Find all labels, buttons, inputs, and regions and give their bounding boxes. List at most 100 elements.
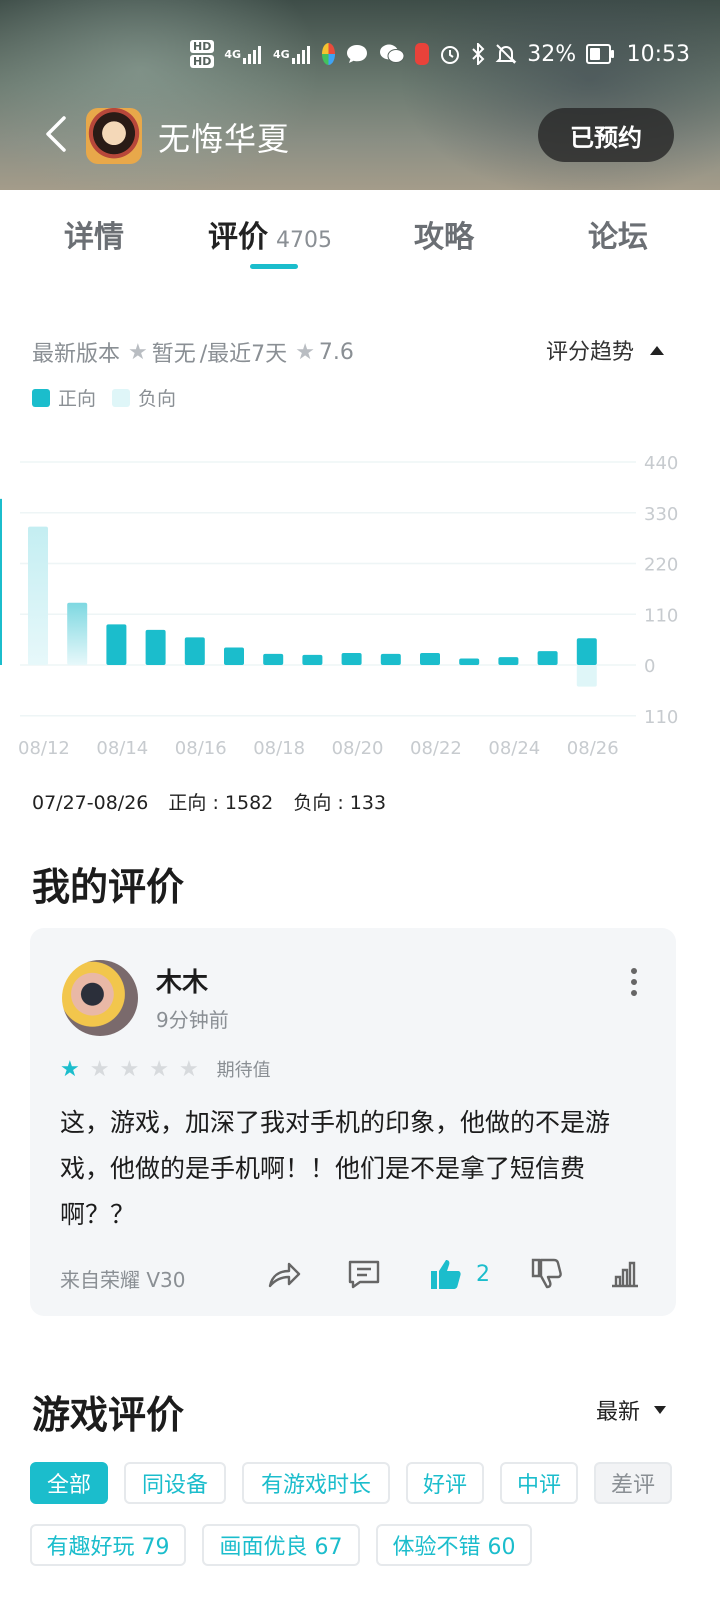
bar-positive-08/26: [576, 638, 597, 665]
signal-icon: 4G: [224, 44, 263, 64]
thumbs-down-icon[interactable]: [530, 1254, 564, 1294]
legend-label-negative: 负向: [138, 388, 177, 410]
like-button[interactable]: 2: [428, 1254, 490, 1294]
trend-label: 评分趋势: [545, 340, 634, 365]
bar-positive-08/22: [420, 653, 440, 665]
review-time: 9分钟前: [156, 1008, 229, 1032]
star-rating: ★ ★ ★ ★ ★ 期待值: [60, 1056, 271, 1082]
filter-neutral[interactable]: 中评: [500, 1462, 578, 1504]
tag-experience[interactable]: 体验不错 60: [376, 1524, 532, 1566]
bar-positive-08/25: [537, 651, 558, 665]
device-label: 来自荣耀 V30: [60, 1268, 186, 1292]
bar-positive-08/17: [224, 647, 244, 665]
bar-positive-08/20: [341, 653, 362, 665]
filter-positive[interactable]: 好评: [406, 1462, 484, 1504]
username[interactable]: 木木: [156, 962, 208, 999]
tab-bar: 详情 评价 4705 攻略 论坛: [0, 190, 720, 280]
battery-icon: [586, 44, 615, 64]
bar-negative-08/26: [576, 665, 597, 687]
recent-label: /最近7天: [199, 342, 288, 367]
rating-line: 最新版本 ★ 暂无 /最近7天 ★ 7.6: [32, 336, 354, 368]
bar-positive-08/23: [459, 658, 480, 665]
x-tick-label: 08/16: [175, 738, 227, 759]
signal-icon: 4G: [273, 44, 312, 64]
battery-percent: 32%: [527, 41, 577, 67]
tab-forum[interactable]: 论坛: [588, 212, 648, 256]
latest-version-value: 暂无: [151, 342, 196, 367]
comment-icon[interactable]: [346, 1254, 382, 1294]
tag-graphics[interactable]: 画面优良 67: [202, 1524, 360, 1566]
bar-positive-08/18: [263, 653, 284, 665]
app-header: HD HD 4G 4G 32% 10:53 无悔华夏 已预约: [0, 0, 720, 190]
summary-range: 07/27-08/26: [32, 792, 149, 814]
reserved-button[interactable]: 已预约: [538, 108, 674, 162]
tab-label: 论坛: [588, 220, 648, 255]
filter-all[interactable]: 全部: [30, 1462, 108, 1504]
bar-positive-08/21: [380, 653, 401, 665]
bar-positive-08/19: [302, 654, 323, 665]
tag-fun[interactable]: 有趣好玩 79: [30, 1524, 186, 1566]
tab-guides[interactable]: 攻略: [414, 212, 474, 256]
star-filled-icon: ★: [60, 1056, 80, 1082]
caret-down-icon: [654, 1406, 666, 1414]
bar-positive-08/13: [67, 602, 88, 665]
shop-icon: [414, 43, 430, 65]
nav-bar: 无悔华夏 已预约: [0, 100, 720, 170]
y-tick-label: 440: [644, 453, 678, 474]
y-tick-label: 330: [644, 504, 678, 525]
game-reviews-title: 游戏评价: [32, 1393, 185, 1437]
bar-positive-08/16: [184, 637, 205, 665]
hd-badge: HD: [190, 55, 215, 68]
back-arrow-icon[interactable]: [44, 116, 70, 152]
bar-stats-icon[interactable]: [610, 1254, 640, 1294]
bar-positive-08/14: [106, 624, 127, 665]
more-options-icon[interactable]: [630, 968, 638, 1001]
summary-positive: 正向 : 1582: [168, 792, 274, 814]
hd-badges: HD HD: [190, 39, 215, 69]
sort-dropdown[interactable]: 最新: [596, 1394, 666, 1426]
y-tick-label: 0: [644, 656, 655, 677]
y-tick-label: 110: [644, 707, 678, 728]
sort-label: 最新: [595, 1400, 640, 1425]
review-text: 这，游戏，加深了我对手机的印象，他做的不是游戏，他做的是手机啊！！他们是不是拿了…: [60, 1108, 611, 1229]
rating-label: 期待值: [216, 1060, 271, 1081]
tab-label: 评价: [208, 220, 268, 255]
avatar[interactable]: [62, 960, 138, 1036]
hd-badge: HD: [190, 40, 215, 53]
legend-swatch-positive: [32, 388, 50, 407]
my-review-title: 我的评价: [32, 865, 185, 909]
game-icon[interactable]: [86, 108, 142, 164]
app-notification-icon: [321, 43, 335, 65]
filter-negative[interactable]: 差评: [594, 1462, 672, 1504]
star-icon: ★: [295, 339, 315, 365]
tab-label: 详情: [64, 220, 124, 255]
star-empty-icon: ★: [178, 1056, 199, 1082]
alarm-icon: [439, 43, 461, 65]
tab-details[interactable]: 详情: [64, 212, 124, 256]
tab-indicator: [250, 264, 298, 269]
game-title: 无悔华夏: [158, 120, 291, 158]
chart-legend: 正向 负向: [32, 384, 176, 411]
star-empty-icon: ★: [119, 1056, 140, 1082]
latest-version-label: 最新版本: [32, 342, 121, 367]
tab-label: 攻略: [414, 220, 474, 255]
wechat-icon: [379, 43, 405, 65]
filter-same-device[interactable]: 同设备: [124, 1462, 226, 1504]
x-tick-label: 08/18: [253, 738, 305, 759]
tab-reviews[interactable]: 评价 4705: [208, 212, 332, 256]
y-tick-label: 110: [644, 605, 678, 626]
thumbs-up-icon: [431, 1260, 461, 1289]
share-icon[interactable]: [266, 1254, 302, 1294]
my-review-card: 木木 9分钟前 ★ ★ ★ ★ ★ 期待值 这，游戏，加深了我对手机的印象，他做…: [30, 928, 676, 1316]
summary-negative: 负向 : 133: [293, 792, 387, 814]
like-count: 2: [476, 1261, 490, 1287]
status-bar: HD HD 4G 4G 32% 10:53: [190, 34, 700, 74]
chart-summary: 07/27-08/26 正向 : 1582 负向 : 133: [32, 788, 400, 815]
star-icon: ★: [128, 339, 148, 365]
filter-has-playtime[interactable]: 有游戏时长: [242, 1462, 390, 1504]
x-tick-label: 08/24: [488, 738, 540, 759]
rating-trend-toggle[interactable]: 评分趋势: [546, 334, 664, 366]
x-tick-label: 08/26: [567, 738, 619, 759]
legend-swatch-negative: [112, 388, 131, 407]
bar-positive-08/12: [28, 526, 48, 665]
